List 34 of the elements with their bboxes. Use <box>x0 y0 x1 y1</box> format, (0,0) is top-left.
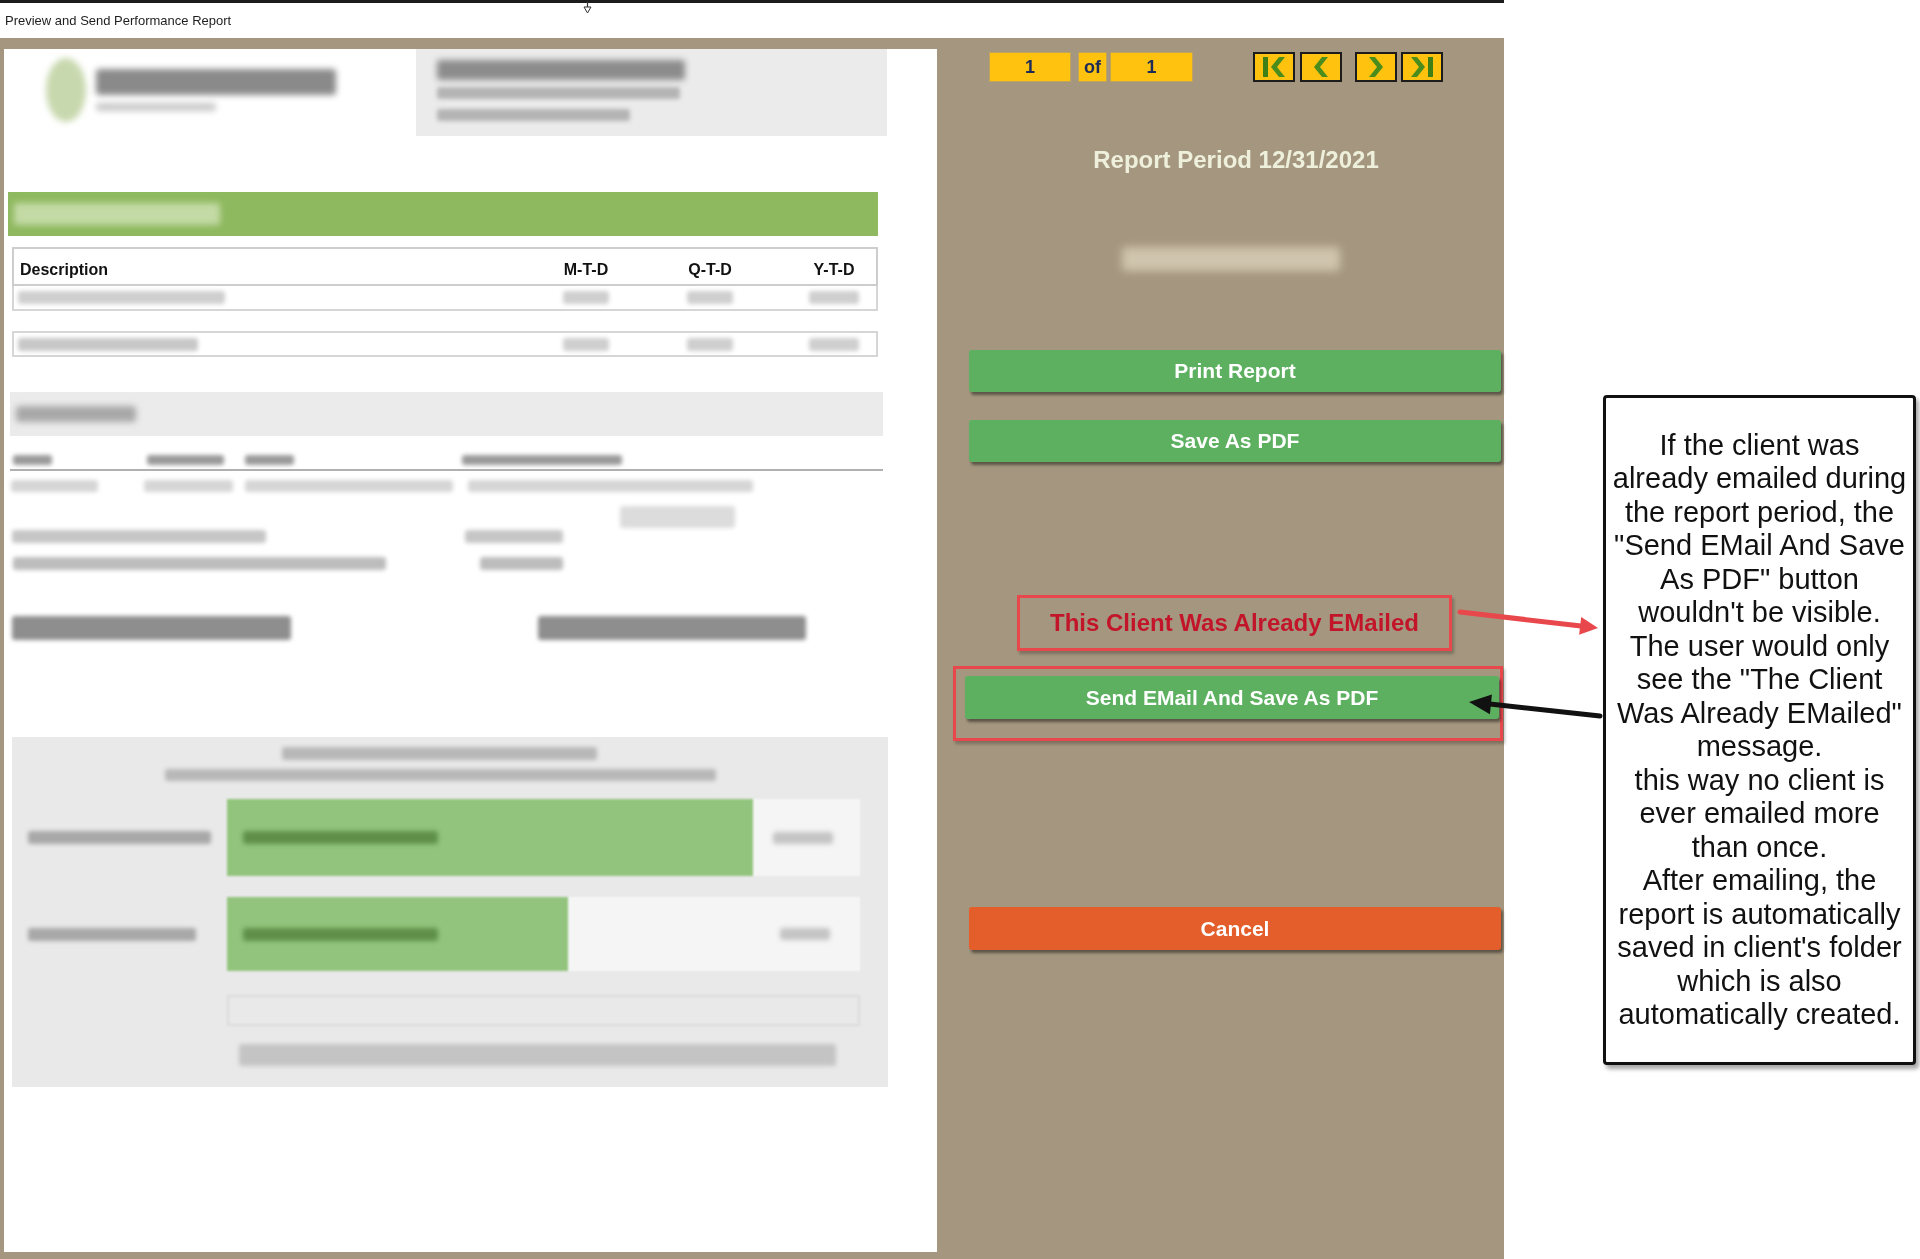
action-button[interactable]: Print Report <box>969 350 1501 392</box>
blurred-text <box>563 337 609 351</box>
callout-text: If the client was already emailed during the report period, the "Send EMail And Save As PDF" button wouldn't be visible. <box>1611 428 1908 630</box>
blurred-text <box>809 337 859 351</box>
action-button[interactable]: Save As PDF <box>969 420 1501 462</box>
blurred-text <box>13 454 52 465</box>
callout-text: this way no client is ever emailed more than once. <box>1633 763 1886 864</box>
last-page-button[interactable] <box>1401 52 1443 82</box>
page-of-label: of <box>1078 52 1107 82</box>
page-number-field[interactable]: 1 <box>989 52 1071 82</box>
column-header: Description <box>19 261 109 279</box>
blurred-text <box>687 337 733 351</box>
column-header: Y-T-D <box>812 261 856 279</box>
page-total-label: 1 <box>1110 52 1193 82</box>
previous-page-button[interactable] <box>1300 52 1342 82</box>
column-header: M-T-D <box>562 261 610 279</box>
chevron-right-bar-icon <box>1411 57 1433 77</box>
next-page-button[interactable] <box>1355 52 1397 82</box>
blurred-text <box>809 291 859 304</box>
blurred-text <box>245 454 294 465</box>
column-header: Q-T-D <box>687 261 733 279</box>
bar-chevron-left-icon <box>1263 57 1285 77</box>
report-period-label: Report Period 12/31/2021 <box>1092 145 1380 174</box>
cancel-button[interactable]: Cancel <box>969 907 1501 950</box>
chevron-right-icon <box>1369 57 1383 77</box>
first-page-button[interactable] <box>1253 52 1295 82</box>
status-message: This Client Was Already EMailed <box>1050 609 1419 637</box>
blurred-text <box>687 291 733 304</box>
callout-text: The user would only see the "The Client Was Already EMailed" message. <box>1616 629 1903 764</box>
callout-text: After emailing, the report is automatically saved in client's folder which is also automatically created. <box>1616 864 1903 1032</box>
blurred-text <box>563 291 609 304</box>
chevron-left-icon <box>1314 57 1328 77</box>
window-title: Preview and Send Performance Report <box>5 13 232 28</box>
send-email-button[interactable]: Send EMail And Save As PDF <box>965 676 1499 719</box>
